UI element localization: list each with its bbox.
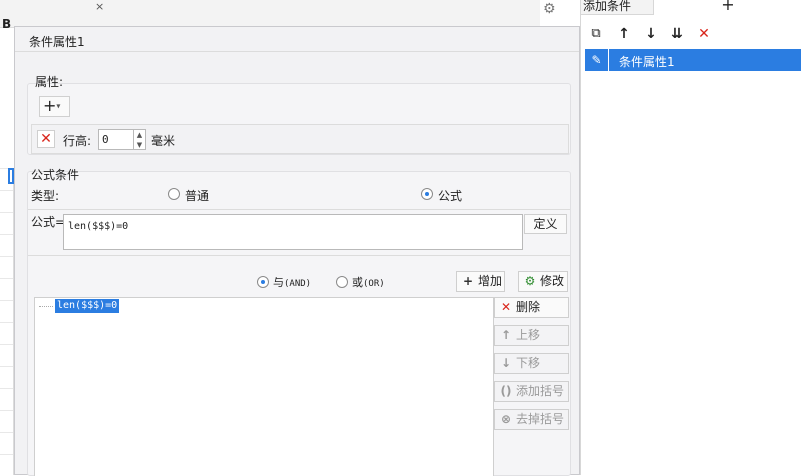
row-height-unit: 毫米 <box>151 134 176 148</box>
formula-label: 公式= <box>31 215 66 229</box>
edit-icon[interactable]: ✎ <box>585 49 609 71</box>
plus-icon: + <box>43 96 57 115</box>
spreadsheet-grid <box>0 168 14 475</box>
arrow-down-icon: ↓ <box>500 356 512 370</box>
move-down-button[interactable]: ↓ 下移 <box>494 353 569 374</box>
close-icon: ✕ <box>500 300 512 314</box>
delete-condition-button[interactable]: ✕ 删除 <box>494 297 569 318</box>
gear-icon: ⚙ <box>524 274 536 288</box>
delete-property-icon[interactable]: ✕ <box>37 130 55 148</box>
arrow-up-icon: ↑ <box>500 328 512 342</box>
settings-icon[interactable]: ⚙ <box>543 1 561 17</box>
spin-down-icon[interactable]: ▼ <box>134 140 145 150</box>
condition-item[interactable]: ✎ 条件属性1 <box>585 49 801 71</box>
tree-connector <box>39 306 53 307</box>
condition-list[interactable]: len($$$)=0 <box>34 297 494 476</box>
copy-icon[interactable]: ⧉ <box>587 25 605 43</box>
condition-panel: 添加条件 + ⧉ ↑ ↓ ⇊ ✕ ✎ 条件属性1 <box>580 0 801 475</box>
type-normal-radio[interactable] <box>168 188 180 200</box>
spin-up-icon[interactable]: ▲ <box>134 130 145 140</box>
move-down-icon[interactable]: ↓ <box>642 25 660 43</box>
row-height-label: 行高: <box>63 134 92 148</box>
add-condition-button[interactable]: + 增加 <box>456 271 505 292</box>
tab-add-condition[interactable]: 添加条件 <box>583 0 631 14</box>
type-formula-label[interactable]: 公式 <box>438 187 462 204</box>
background-toolbar <box>0 0 540 28</box>
formula-input[interactable]: len($$$)=0 <box>63 214 523 250</box>
dialog-title: 条件属性1 <box>29 35 85 49</box>
chevron-down-icon: ▾ <box>56 101 61 111</box>
plus-icon: + <box>462 274 474 288</box>
properties-label: 属性: <box>35 75 64 89</box>
move-bottom-icon[interactable]: ⇊ <box>668 25 686 43</box>
define-button[interactable]: 定义 <box>524 214 567 234</box>
tab-add-button[interactable]: + <box>653 0 801 15</box>
logic-and-label[interactable]: 与(AND) <box>273 274 311 290</box>
panel-tabs: 添加条件 + <box>581 0 801 15</box>
title-divider <box>15 51 579 52</box>
type-normal-label[interactable]: 普通 <box>185 187 209 204</box>
divider <box>28 255 570 256</box>
formula-condition-label: 公式条件 <box>31 168 80 182</box>
logic-or-label[interactable]: 或(OR) <box>352 274 385 290</box>
modify-condition-button[interactable]: ⚙ 修改 <box>518 271 568 292</box>
condition-list-item[interactable]: len($$$)=0 <box>55 299 120 313</box>
divider <box>28 209 570 210</box>
remove-parenthesis-button[interactable]: ⊗ 去掉括号 <box>494 409 569 430</box>
parenthesis-icon: () <box>500 384 512 398</box>
logic-and-radio[interactable] <box>257 276 269 288</box>
bold-button[interactable]: B <box>2 17 11 31</box>
type-formula-radio[interactable] <box>421 188 433 200</box>
row-height-spinner[interactable]: ▲ ▼ <box>134 129 146 150</box>
condition-item-label: 条件属性1 <box>619 55 675 69</box>
condition-property-dialog: 条件属性1 属性: +▾ ✕ 行高: 0 ▲ ▼ 毫米 公式条件 类型: 普通 公… <box>14 26 580 476</box>
remove-parenthesis-icon: ⊗ <box>500 412 512 426</box>
delete-icon[interactable]: ✕ <box>695 25 713 43</box>
tab-close-icon[interactable]: × <box>95 0 104 13</box>
logic-or-radio[interactable] <box>336 276 348 288</box>
move-up-icon[interactable]: ↑ <box>615 25 633 43</box>
add-parenthesis-button[interactable]: () 添加括号 <box>494 381 569 402</box>
panel-toolbar: ⧉ ↑ ↓ ⇊ ✕ <box>581 23 801 47</box>
type-label: 类型: <box>31 189 60 203</box>
row-height-input[interactable]: 0 <box>98 129 134 150</box>
add-property-button[interactable]: +▾ <box>39 96 70 117</box>
move-up-button[interactable]: ↑ 上移 <box>494 325 569 346</box>
